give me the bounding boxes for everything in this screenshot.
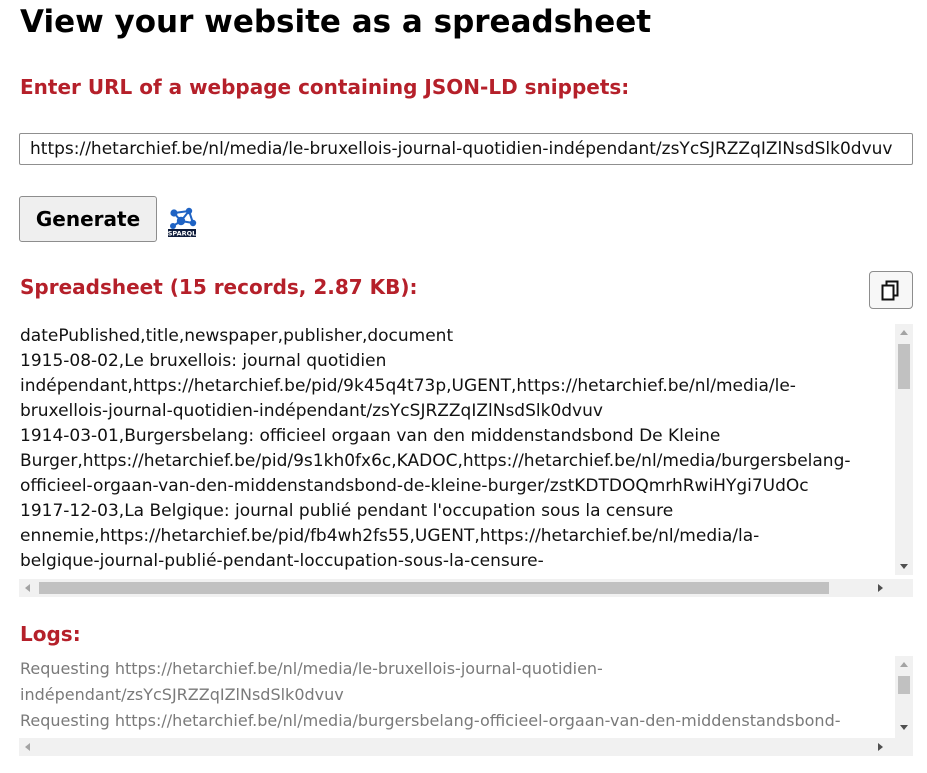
scroll-right-arrow-icon[interactable] bbox=[878, 743, 883, 751]
spreadsheet-content: datePublished,title,newspaper,publisher,… bbox=[20, 324, 890, 574]
logs-content: Requesting https://hetarchief.be/nl/medi… bbox=[20, 656, 890, 734]
scrollbar-corner bbox=[895, 579, 913, 597]
scrollbar-corner bbox=[895, 738, 913, 756]
generate-button[interactable]: Generate bbox=[19, 196, 157, 242]
spreadsheet-line: 1914-03-01,Burgersbelang: officieel orga… bbox=[20, 426, 721, 446]
scroll-down-arrow-icon[interactable] bbox=[900, 564, 908, 569]
scroll-right-arrow-icon[interactable] bbox=[878, 584, 883, 592]
copy-clipboard-icon bbox=[881, 280, 899, 301]
scroll-down-arrow-icon[interactable] bbox=[900, 725, 908, 730]
page-title: View your website as a spreadsheet bbox=[20, 4, 652, 40]
spreadsheet-line: 1917-12-03,La Belgique: journal publié p… bbox=[20, 501, 674, 521]
sparql-logo-text: SPARQL bbox=[168, 230, 197, 238]
scroll-left-arrow-icon[interactable] bbox=[25, 743, 30, 751]
spreadsheet-horizontal-scrollbar[interactable] bbox=[19, 579, 895, 597]
logs-textarea[interactable]: Requesting https://hetarchief.be/nl/medi… bbox=[19, 656, 913, 773]
url-input[interactable]: https://hetarchief.be/nl/media/le-bruxel… bbox=[19, 133, 913, 165]
spreadsheet-textarea[interactable]: datePublished,title,newspaper,publisher,… bbox=[19, 324, 913, 599]
scroll-left-arrow-icon[interactable] bbox=[25, 584, 30, 592]
spreadsheet-line: bruxellois-journal-quotidien-indépendant… bbox=[20, 401, 603, 421]
spreadsheet-heading: Spreadsheet (15 records, 2.87 KB): bbox=[20, 275, 418, 299]
spreadsheet-horizontal-scroll-thumb[interactable] bbox=[39, 582, 829, 594]
spreadsheet-line: officieel-orgaan-van-den-middenstandsbon… bbox=[20, 476, 809, 496]
log-line: Requesting https://hetarchief.be/nl/medi… bbox=[20, 711, 841, 730]
spreadsheet-vertical-scrollbar[interactable] bbox=[895, 324, 913, 575]
logs-horizontal-scrollbar[interactable] bbox=[19, 738, 895, 756]
spreadsheet-line: indépendant,https://hetarchief.be/pid/9k… bbox=[20, 376, 796, 396]
spreadsheet-line: 1915-08-02,Le bruxellois: journal quotid… bbox=[20, 351, 387, 371]
logs-heading: Logs: bbox=[20, 622, 81, 646]
spreadsheet-line: datePublished,title,newspaper,publisher,… bbox=[20, 326, 454, 346]
logs-vertical-scroll-thumb[interactable] bbox=[898, 676, 910, 694]
spreadsheet-vertical-scroll-thumb[interactable] bbox=[898, 344, 910, 389]
spreadsheet-line: ennemie,https://hetarchief.be/pid/fb4wh2… bbox=[20, 526, 760, 546]
log-line: Requesting https://hetarchief.be/nl/medi… bbox=[20, 659, 603, 678]
url-section-heading: Enter URL of a webpage containing JSON-L… bbox=[20, 75, 630, 99]
scroll-up-arrow-icon[interactable] bbox=[900, 662, 908, 667]
copy-button[interactable] bbox=[869, 271, 913, 309]
spreadsheet-line: Burger,https://hetarchief.be/pid/9s1kh0f… bbox=[20, 451, 851, 471]
scroll-up-arrow-icon[interactable] bbox=[900, 330, 908, 335]
spreadsheet-line: belgique-journal-publié-pendant-loccupat… bbox=[20, 551, 544, 571]
log-line: indépendant/zsYcSJRZZqIZlNsdSlk0dvuv bbox=[20, 685, 344, 704]
logs-vertical-scrollbar[interactable] bbox=[895, 656, 913, 738]
sparql-logo-icon[interactable]: SPARQL bbox=[165, 204, 199, 238]
